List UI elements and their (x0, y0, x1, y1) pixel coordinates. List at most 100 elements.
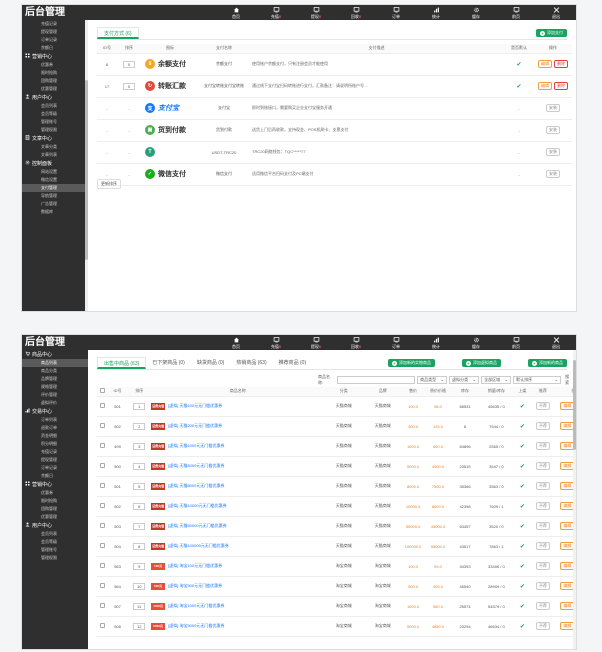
sidebar-item[interactable]: 会员等级 (22, 538, 88, 546)
sidebar-item[interactable]: 品牌管理 (22, 375, 88, 383)
sort-input[interactable]: 12 (133, 622, 146, 630)
recommend-button[interactable]: 不荐 (535, 502, 550, 510)
delete-button[interactable]: 删除 (576, 502, 577, 510)
sort-input[interactable]: 0 (123, 60, 135, 68)
on-shelf-toggle[interactable]: ✔ (520, 504, 525, 510)
delete-button[interactable]: 删除 (576, 542, 577, 550)
update-sort-button[interactable]: 更新排序 (97, 179, 121, 189)
add-payment-button[interactable]: + 添加支付 (536, 29, 567, 37)
nav-bar-chart-5[interactable]: 统计 (416, 335, 456, 350)
nav-monitor-3[interactable]: 回收0 (336, 335, 376, 350)
install-button[interactable]: 安装 (546, 148, 560, 156)
sort-input[interactable]: 10 (133, 582, 146, 590)
row-checkbox[interactable] (99, 523, 105, 528)
select-all-checkbox[interactable] (99, 388, 105, 394)
scroll-thumb[interactable] (573, 360, 576, 450)
sidebar-item[interactable]: 充值记录 (22, 20, 88, 28)
sidebar-item[interactable]: 限时抢购 (22, 69, 88, 77)
sidebar-item[interactable]: 团购管理 (22, 77, 88, 85)
sidebar-item[interactable]: 优惠券 (22, 61, 88, 69)
sidebar-item[interactable]: 数据库 (22, 208, 88, 216)
product-name-link[interactable]: [虚拟] 淘宝5000元无门槛优惠券 (168, 623, 224, 629)
sidebar-item[interactable]: 退款订单 (22, 424, 88, 432)
sort-input[interactable]: 11 (133, 602, 146, 610)
sidebar-item[interactable]: 商品分类 (22, 367, 88, 375)
content-scrollbar[interactable] (573, 350, 576, 649)
sidebar-item[interactable]: 网站设置 (22, 168, 88, 176)
sidebar-item[interactable]: 优惠券 (22, 489, 88, 497)
add-product-button-0[interactable]: + 添加新的实物商品 (388, 359, 435, 367)
filter-select[interactable]: 默认排序 ⌄ (513, 375, 562, 384)
row-checkbox[interactable] (99, 403, 105, 408)
product-name-link[interactable]: [虚拟] 淘宝1000元无门槛优惠券 (168, 603, 224, 609)
on-shelf-toggle[interactable]: ✔ (520, 424, 525, 430)
delete-button[interactable]: 删除 (554, 82, 568, 90)
on-shelf-toggle[interactable]: ✔ (520, 464, 525, 470)
nav-monitor-3[interactable]: 回收0 (336, 5, 376, 20)
sidebar-item[interactable]: 管理账号 (22, 546, 88, 554)
delete-button[interactable]: 删除 (576, 602, 577, 610)
delete-button[interactable]: 删除 (576, 622, 577, 630)
nav-monitor-7[interactable]: 前页 (496, 5, 536, 20)
sidebar-item[interactable]: 规格管理 (22, 383, 88, 391)
on-shelf-toggle[interactable]: ✔ (520, 444, 525, 450)
on-shelf-toggle[interactable]: ✔ (520, 564, 525, 570)
nav-monitor-7[interactable]: 前页 (496, 335, 536, 350)
on-shelf-toggle[interactable]: ✔ (520, 584, 525, 590)
sort-input[interactable]: 7 (133, 522, 146, 530)
nav-monitor-1[interactable]: 充值0 (256, 5, 296, 20)
tab-payment-methods[interactable]: 支付方式 (6) (97, 27, 139, 39)
delete-button[interactable]: 删除 (576, 462, 577, 470)
sidebar-item[interactable]: 优惠管理 (22, 513, 88, 521)
recommend-button[interactable]: 不荐 (535, 462, 550, 470)
sidebar-group[interactable]: 营销中心 (22, 52, 88, 61)
nav-close-8[interactable]: 退出 (536, 5, 576, 20)
row-checkbox[interactable] (99, 603, 105, 608)
sidebar-item[interactable]: 商品列表 (22, 359, 88, 367)
sidebar-item[interactable]: 限时抢购 (22, 497, 88, 505)
tab-product-3[interactable]: 热销商品 (63) (230, 357, 272, 369)
sidebar-group[interactable]: 用户中心 (22, 521, 88, 530)
row-checkbox[interactable] (99, 583, 105, 588)
install-button[interactable]: 安装 (546, 170, 560, 178)
product-name-input[interactable] (336, 375, 416, 384)
sidebar-item[interactable]: 会员等级 (22, 110, 88, 118)
row-checkbox[interactable] (99, 483, 105, 488)
sort-input[interactable]: 1 (133, 402, 146, 410)
sidebar-item[interactable]: 管理账号 (22, 118, 88, 126)
delete-button[interactable]: 删除 (576, 482, 577, 490)
sidebar-group[interactable]: 控制面板 (22, 159, 88, 168)
nav-gear-6[interactable]: 缓存 (456, 335, 496, 350)
product-name-link[interactable]: [虚拟] 天猫5000元无门槛优惠券 (168, 463, 224, 469)
on-shelf-toggle[interactable]: ✔ (520, 404, 525, 410)
product-name-link[interactable]: [虚拟] 天猫100000元无门槛优惠券 (168, 543, 229, 549)
edit-button[interactable]: 编辑 (538, 82, 552, 90)
sort-input[interactable]: 0 (123, 82, 135, 90)
product-name-link[interactable]: [虚拟] 天猫8000元无门槛优惠券 (168, 483, 224, 489)
row-checkbox[interactable] (99, 563, 105, 568)
sidebar-item[interactable]: 评价管理 (22, 391, 88, 399)
sort-input[interactable]: 3 (133, 442, 146, 450)
sidebar-item[interactable]: 提现管理 (22, 456, 88, 464)
filter-select[interactable]: 商品类型 ⌄ (417, 375, 448, 384)
sidebar-item[interactable]: 文章列表 (22, 151, 88, 159)
product-name-link[interactable]: [虚拟] 淘宝100元无门槛优惠券 (168, 563, 222, 569)
row-checkbox[interactable] (99, 423, 105, 428)
sort-input[interactable]: 6 (133, 502, 146, 510)
tab-product-1[interactable]: 已下架商品 (0) (146, 357, 191, 369)
sidebar-item[interactable]: 管理权限 (22, 554, 88, 562)
recommend-button[interactable]: 不荐 (535, 442, 550, 450)
recommend-button[interactable]: 不荐 (535, 522, 550, 530)
sidebar-item[interactable]: 资金明细 (22, 432, 88, 440)
product-name-link[interactable]: [虚拟] 天猫200元无门槛优惠券 (168, 423, 222, 429)
delete-button[interactable]: 删除 (554, 60, 568, 68)
sidebar-item[interactable]: 优惠管理 (22, 85, 88, 93)
install-button[interactable]: 安装 (546, 126, 560, 134)
sidebar-item[interactable]: 微信设置 (22, 176, 88, 184)
product-name-link[interactable]: [虚拟] 天猫100元无门槛优惠券 (168, 403, 222, 409)
nav-monitor-4[interactable]: 订单 (376, 335, 416, 350)
recommend-button[interactable]: 不荐 (535, 622, 550, 630)
sort-input[interactable]: 4 (133, 462, 146, 470)
sidebar-item[interactable]: 余额日 (22, 44, 88, 52)
recommend-button[interactable]: 不荐 (535, 582, 550, 590)
